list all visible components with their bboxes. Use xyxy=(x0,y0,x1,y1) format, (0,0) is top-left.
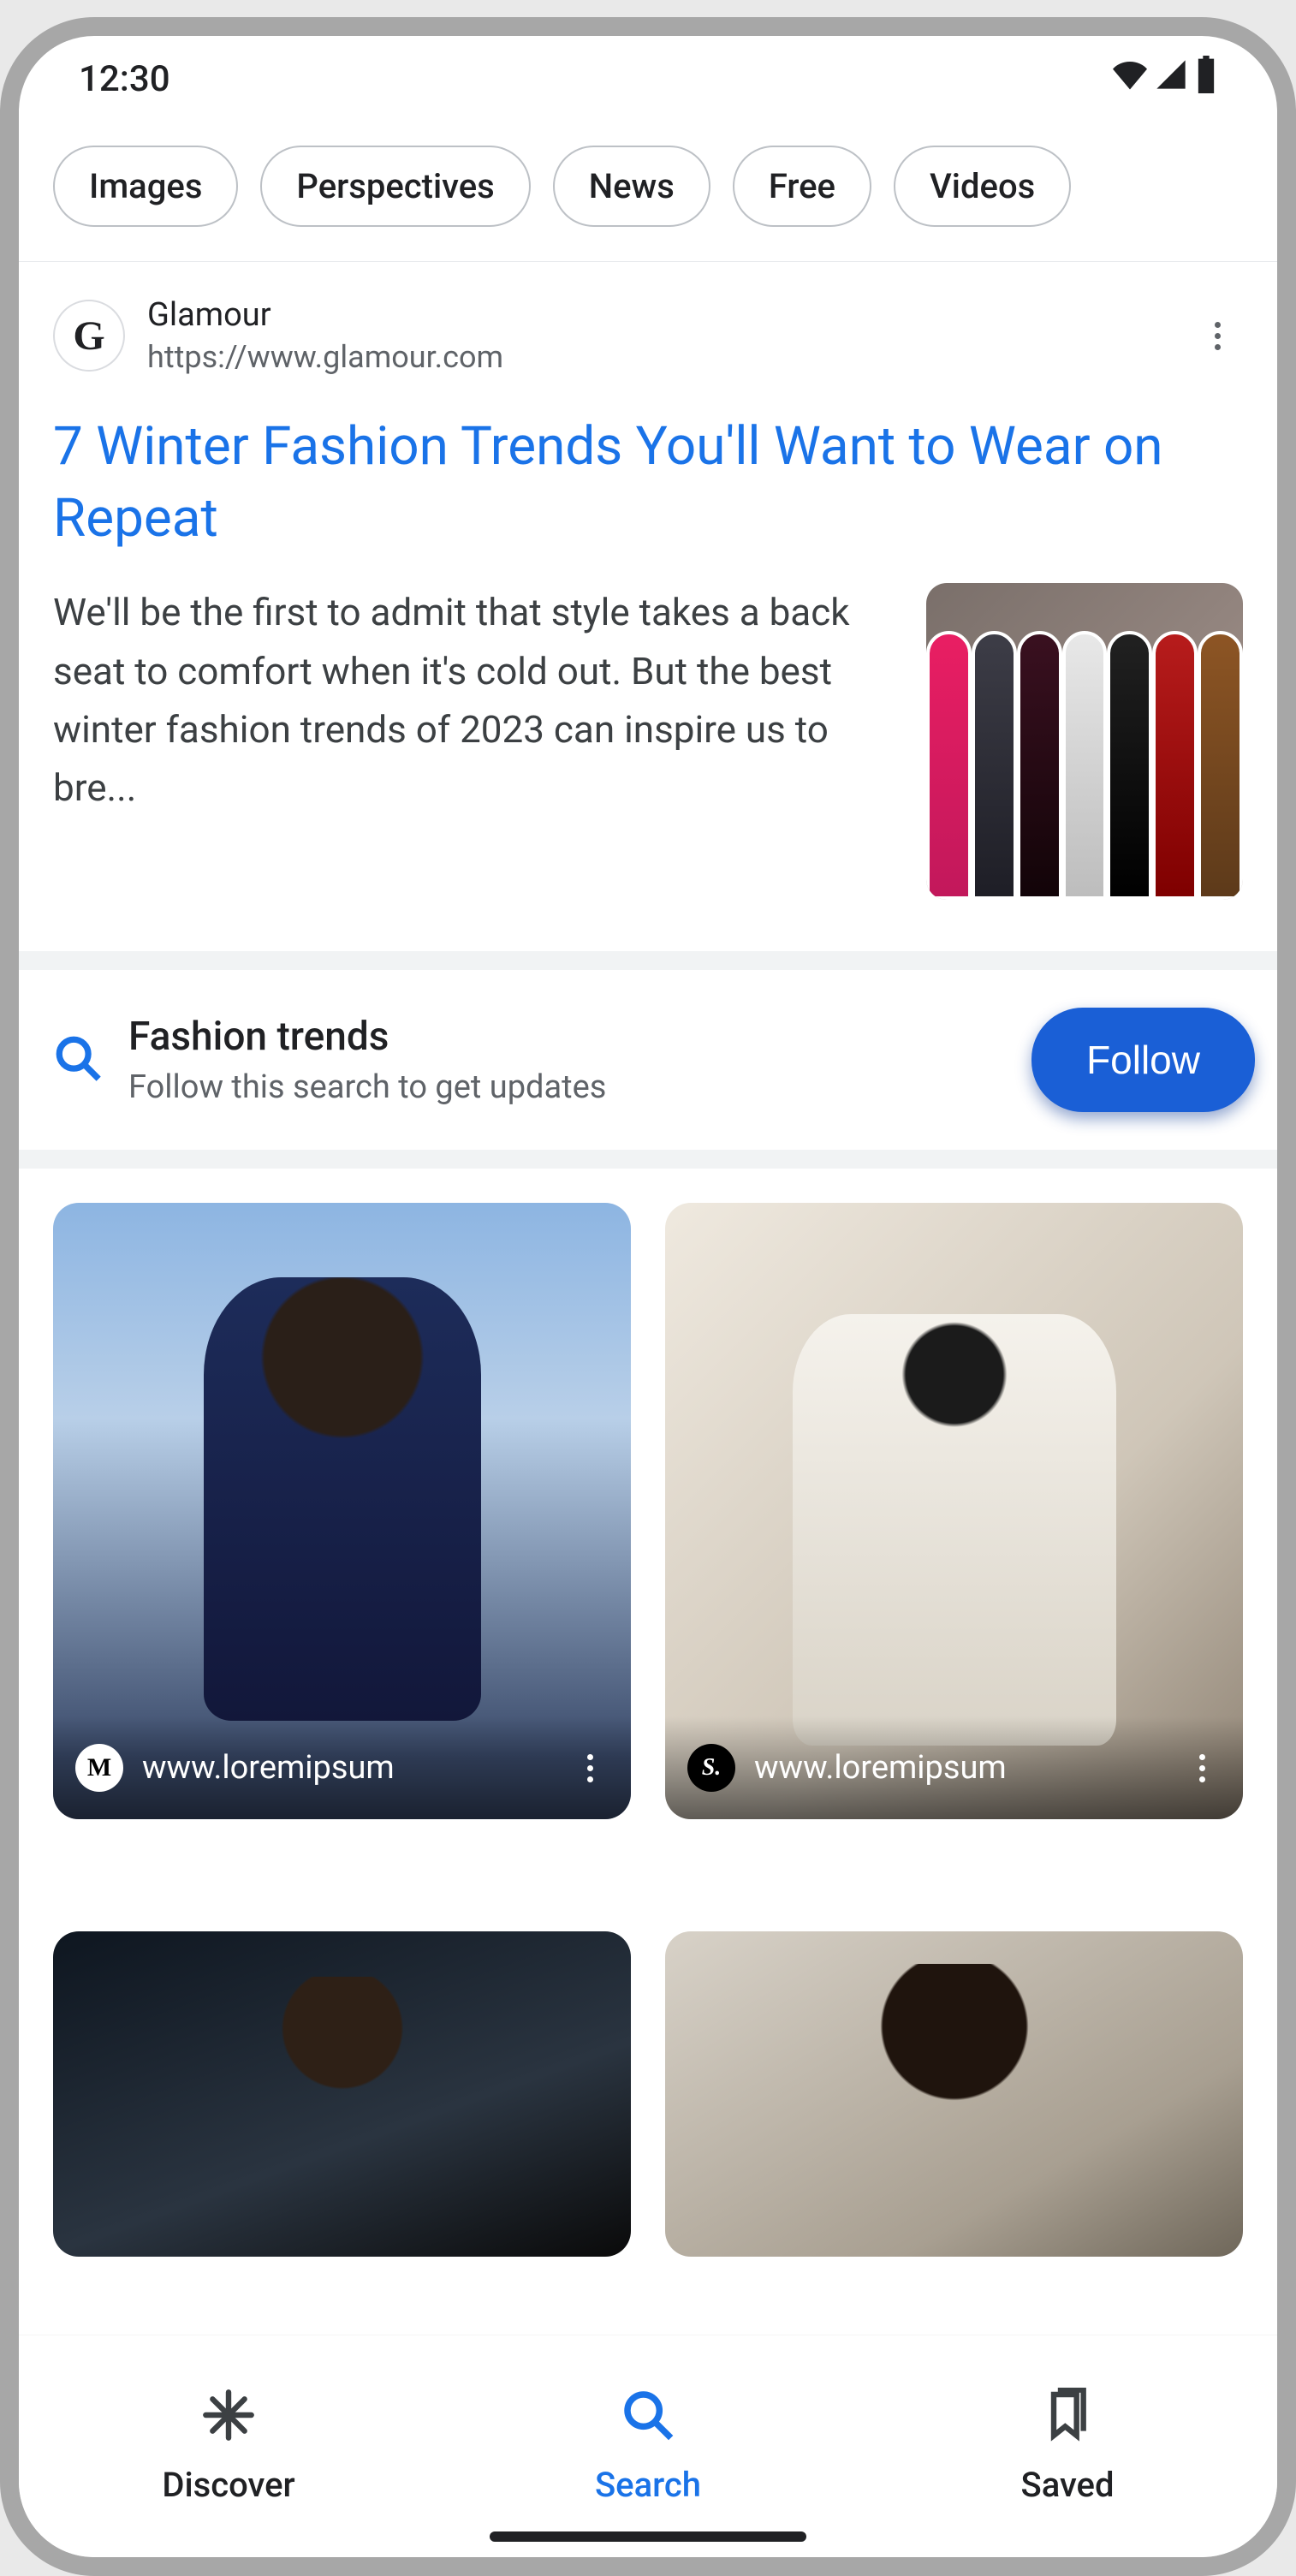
nav-saved[interactable]: Saved xyxy=(858,2335,1277,2557)
result-title[interactable]: 7 Winter Fashion Trends You'll Want to W… xyxy=(53,411,1243,554)
filter-chips-row[interactable]: Images Perspectives News Free Videos xyxy=(19,122,1277,262)
chip-perspectives[interactable]: Perspectives xyxy=(260,146,530,227)
chip-news[interactable]: News xyxy=(553,146,710,227)
search-icon xyxy=(621,2388,675,2451)
image-result[interactable] xyxy=(665,1931,1243,2257)
follow-subtitle: Follow this search to get updates xyxy=(128,1068,606,1106)
home-indicator[interactable] xyxy=(490,2531,806,2542)
status-time: 12:30 xyxy=(79,58,170,100)
result-body: We'll be the first to admit that style t… xyxy=(53,583,1243,900)
result-header: G Glamour https://www.glamour.com xyxy=(53,296,1243,375)
result-site-name: Glamour xyxy=(147,296,1169,334)
follow-text: Fashion trends Follow this search to get… xyxy=(128,1014,606,1106)
battery-icon xyxy=(1195,56,1217,103)
image-more-button[interactable] xyxy=(1183,1754,1221,1782)
nav-search[interactable]: Search xyxy=(438,2335,858,2557)
nav-label: Search xyxy=(595,2465,701,2505)
image-source-label: www.loremipsum xyxy=(754,1749,1164,1787)
result-site-url: https://www.glamour.com xyxy=(147,339,1169,375)
image-results-grid: M www.loremipsum S. www.loremipsum xyxy=(19,1169,1277,2335)
image-thumb xyxy=(53,1931,631,2257)
image-result[interactable] xyxy=(53,1931,631,2257)
image-source-label: www.loremipsum xyxy=(142,1749,552,1787)
nav-discover[interactable]: Discover xyxy=(19,2335,438,2557)
follow-title: Fashion trends xyxy=(128,1014,606,1060)
separator xyxy=(19,1150,1277,1169)
image-thumb xyxy=(665,1931,1243,2257)
image-source-avatar: M xyxy=(75,1744,123,1792)
image-result[interactable]: M www.loremipsum xyxy=(53,1203,631,1819)
separator xyxy=(19,951,1277,970)
image-result[interactable]: S. www.loremipsum xyxy=(665,1203,1243,1819)
cellular-icon xyxy=(1154,57,1188,101)
result-more-button[interactable] xyxy=(1192,310,1243,361)
sparkle-icon xyxy=(201,2388,256,2451)
follow-search-strip: Fashion trends Follow this search to get… xyxy=(19,970,1277,1150)
result-favicon: G xyxy=(53,300,125,372)
result-site-info: Glamour https://www.glamour.com xyxy=(147,296,1169,375)
image-footer: S. www.loremipsum xyxy=(665,1716,1243,1819)
status-icons xyxy=(1113,56,1217,103)
search-result[interactable]: G Glamour https://www.glamour.com 7 Wint… xyxy=(19,262,1277,951)
search-icon xyxy=(53,1033,103,1086)
wifi-icon xyxy=(1113,57,1147,101)
follow-button[interactable]: Follow xyxy=(1031,1008,1255,1112)
result-snippet: We'll be the first to admit that style t… xyxy=(53,583,892,817)
image-footer: M www.loremipsum xyxy=(53,1716,631,1819)
more-vert-icon xyxy=(1215,322,1221,350)
chip-videos[interactable]: Videos xyxy=(894,146,1071,227)
device-frame: 12:30 Images Perspectives News Free Vide… xyxy=(0,17,1296,2576)
image-more-button[interactable] xyxy=(571,1754,609,1782)
status-bar: 12:30 xyxy=(19,36,1277,122)
bottom-nav: Discover Search Saved xyxy=(19,2335,1277,2557)
bookmark-icon xyxy=(1040,2388,1095,2451)
chip-images[interactable]: Images xyxy=(53,146,238,227)
nav-label: Discover xyxy=(162,2465,294,2505)
nav-label: Saved xyxy=(1020,2465,1114,2505)
result-thumbnail[interactable] xyxy=(926,583,1243,900)
chip-free[interactable]: Free xyxy=(733,146,871,227)
image-source-avatar: S. xyxy=(687,1744,735,1792)
